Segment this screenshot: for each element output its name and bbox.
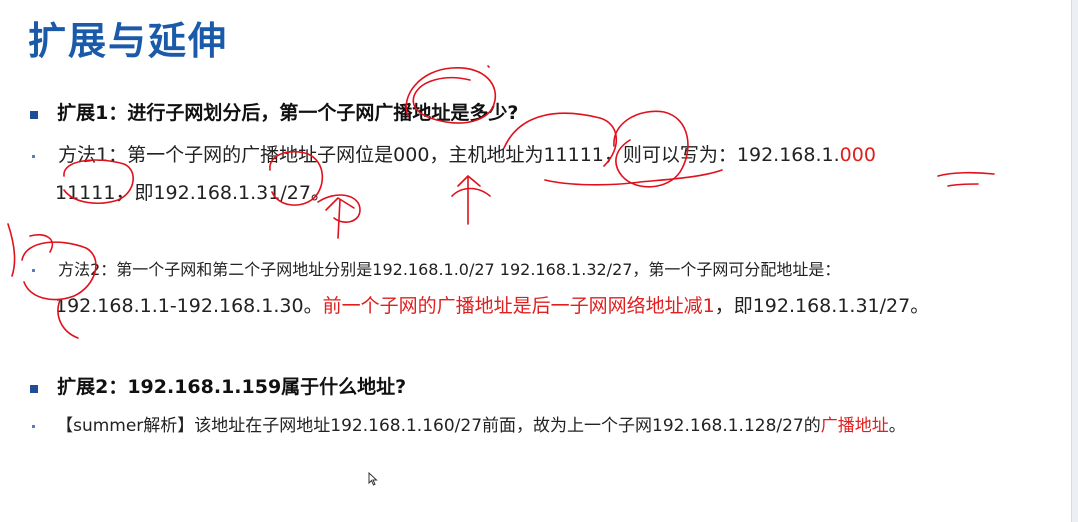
ext2-heading: 扩展2：192.168.1.159属于什么地址? <box>57 376 407 398</box>
ext2-answer-text: 【summer解析】该地址在子网地址192.168.1.160/27前面，故为上… <box>56 416 821 436</box>
method1-line1: 方法1：第一个子网的广播地址子网位是000，主机地址为11111，则可以写为：1… <box>32 140 876 167</box>
ink-dot-top <box>487 65 490 68</box>
method1-line2: 11111，即192.168.1.31/27。 <box>55 178 330 205</box>
ink-underline-1 <box>544 169 723 186</box>
slide-title: 扩展与延伸 <box>28 19 229 63</box>
ink-arrow-1 <box>457 175 481 225</box>
method1-red-bits: 000 <box>839 144 876 166</box>
ink-arrow-3 <box>325 197 355 239</box>
method1-text: 方法1：第一个子网的广播地址子网位是000，主机地址为11111，则可以写为：1… <box>58 144 840 166</box>
slide: 扩展与延伸 扩展1：进行子网划分后，第一个子网广播地址是多少? 方法1：第一个子… <box>0 0 1078 522</box>
ink-underline-000 <box>937 171 995 177</box>
ink-margin-2 <box>29 234 54 253</box>
ext1-heading: 扩展1：进行子网划分后，第一个子网广播地址是多少? <box>57 102 519 124</box>
ink-arrow-2 <box>451 187 491 197</box>
dot-bullet-icon <box>32 425 35 428</box>
ext2-answer-end: 。 <box>888 416 906 436</box>
method2-line1: 方法2：第一个子网和第二个子网地址分别是192.168.1.0/27 192.1… <box>32 256 840 280</box>
method2-red-note: 前一个子网的广播地址是后一子网网络地址减1 <box>322 295 715 317</box>
dot-bullet-icon <box>32 155 35 158</box>
dot-bullet-icon <box>32 269 35 272</box>
square-bullet-icon <box>30 110 38 119</box>
method1-result: 11111，即192.168.1.31/27。 <box>55 182 330 204</box>
method2-text: 方法2：第一个子网和第二个子网地址分别是192.168.1.0/27 192.1… <box>58 260 841 279</box>
method2-line2: 192.168.1.1-192.168.1.30。前一个子网的广播地址是后一子网… <box>55 291 929 318</box>
ext2-answer-red: 广播地址 <box>820 416 889 436</box>
ink-underline-000b <box>947 183 979 187</box>
square-bullet-icon <box>30 384 38 393</box>
ink-margin-1 <box>7 223 16 277</box>
ext1-heading-row: 扩展1：进行子网划分后，第一个子网广播地址是多少? <box>30 98 518 125</box>
ext2-heading-row: 扩展2：192.168.1.159属于什么地址? <box>30 372 406 399</box>
method2-range: 192.168.1.1-192.168.1.30。 <box>55 295 323 317</box>
ext2-answer: 【summer解析】该地址在子网地址192.168.1.160/27前面，故为上… <box>32 411 906 436</box>
mouse-cursor-icon <box>368 472 378 486</box>
method2-result: ，即192.168.1.31/27。 <box>714 295 930 317</box>
window-edge <box>1071 0 1078 522</box>
